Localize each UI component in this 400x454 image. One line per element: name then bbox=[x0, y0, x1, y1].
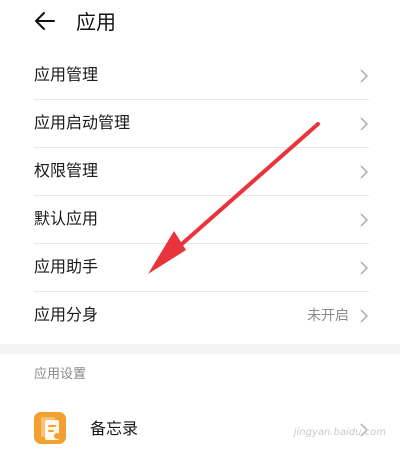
arrow-left-icon[interactable] bbox=[34, 10, 56, 32]
settings-list: 应用管理 应用启动管理 权限管理 默认应用 应用助手 应用分身 未开启 bbox=[0, 52, 400, 340]
notes-app-icon bbox=[34, 412, 66, 444]
list-item-label: 应用管理 bbox=[34, 65, 99, 84]
app-header: 应用 bbox=[0, 0, 400, 48]
list-item-label: 权限管理 bbox=[34, 161, 99, 180]
list-item-app-assistant[interactable]: 应用助手 bbox=[34, 244, 369, 292]
list-item-default-apps[interactable]: 默认应用 bbox=[34, 196, 369, 244]
list-item-permission-management[interactable]: 权限管理 bbox=[34, 148, 369, 196]
list-item-app-management[interactable]: 应用管理 bbox=[34, 52, 369, 100]
status-value: 未开启 bbox=[307, 308, 349, 324]
list-item-app-twin[interactable]: 应用分身 未开启 bbox=[34, 292, 369, 340]
chevron-right-icon bbox=[360, 69, 369, 83]
list-item-label: 备忘录 bbox=[90, 419, 139, 438]
chevron-right-icon bbox=[360, 117, 369, 131]
list-item-label: 应用分身 bbox=[34, 305, 99, 324]
list-item-label: 应用启动管理 bbox=[34, 113, 131, 132]
section-divider bbox=[0, 344, 400, 354]
section-header: 应用设置 bbox=[34, 367, 87, 382]
list-item-app-launch-management[interactable]: 应用启动管理 bbox=[34, 100, 369, 148]
chevron-right-icon bbox=[360, 261, 369, 275]
watermark: jingyan.baidu.com bbox=[293, 427, 386, 438]
page-title: 应用 bbox=[76, 10, 116, 34]
chevron-right-icon bbox=[360, 213, 369, 227]
list-item-label: 应用助手 bbox=[34, 257, 99, 276]
chevron-right-icon bbox=[360, 309, 369, 323]
list-item-label: 默认应用 bbox=[34, 209, 99, 228]
chevron-right-icon bbox=[360, 165, 369, 179]
